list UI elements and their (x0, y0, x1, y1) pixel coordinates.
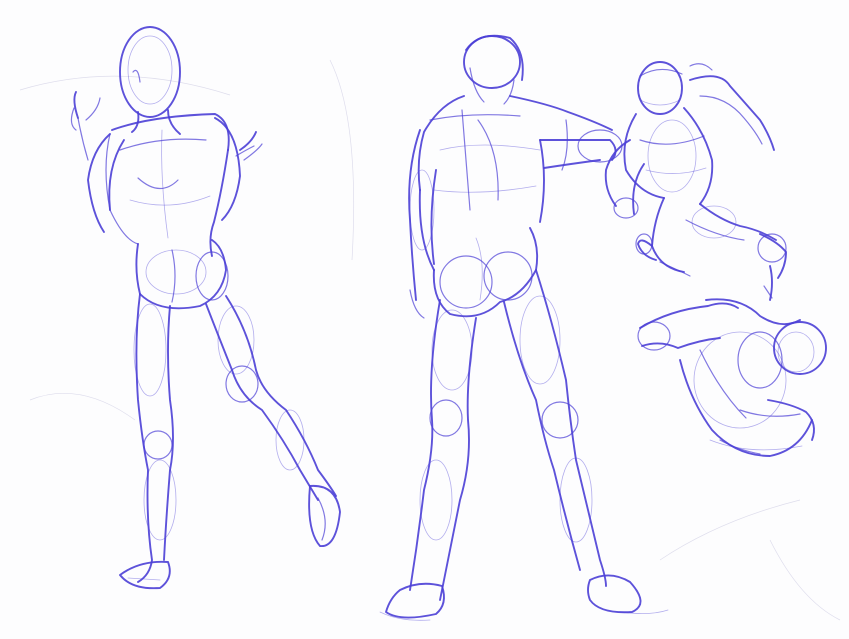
figure-crouched-right (637, 298, 827, 457)
figure-leaping-right (604, 61, 787, 301)
figure-sketch-drawing (19, 26, 841, 621)
figure-back-view-center (379, 34, 669, 621)
sketch-sheet (0, 0, 849, 639)
figure-back-view-left (70, 26, 341, 590)
